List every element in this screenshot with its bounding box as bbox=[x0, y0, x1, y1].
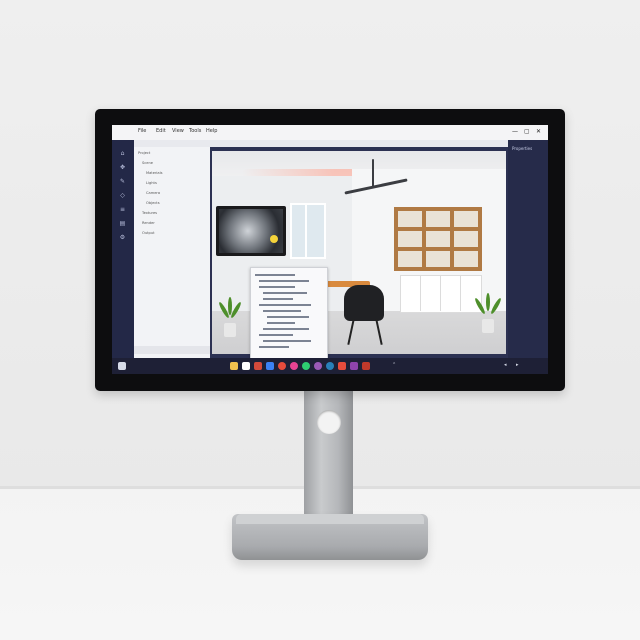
properties-label: Properties bbox=[512, 146, 533, 151]
taskbar-app-icon[interactable] bbox=[290, 362, 298, 370]
project-tree-panel: Project Scene Materials Lights Camera Ob… bbox=[134, 147, 210, 358]
window-mullion bbox=[305, 203, 307, 257]
move-icon[interactable]: ✥ bbox=[118, 164, 127, 171]
code-line bbox=[259, 346, 289, 348]
layers-icon[interactable]: ▤ bbox=[118, 220, 127, 227]
cable-hole bbox=[317, 410, 341, 434]
menu-edit[interactable]: Edit bbox=[156, 128, 166, 134]
shelf-cell bbox=[454, 231, 478, 247]
cabinet-door-line bbox=[440, 275, 441, 311]
shelf-cell bbox=[398, 251, 422, 267]
code-line bbox=[263, 310, 301, 312]
tree-row[interactable]: Lights bbox=[146, 181, 157, 185]
plant-leaf bbox=[486, 293, 490, 311]
monitor-stand-base-top bbox=[236, 514, 424, 524]
monitor-screen: File Edit View Tools Help — ▢ ✕ ⌂ ✥ ✎ ◇ … bbox=[112, 125, 548, 374]
toolbar-strip bbox=[112, 140, 548, 147]
menu-help[interactable]: Help bbox=[206, 128, 217, 134]
tree-row[interactable]: Materials bbox=[146, 171, 162, 175]
taskbar-app-icon[interactable] bbox=[302, 362, 310, 370]
floating-code-panel[interactable] bbox=[250, 267, 328, 363]
taskbar-app-icon[interactable] bbox=[278, 362, 286, 370]
shelf-cell bbox=[398, 211, 422, 227]
tree-row[interactable]: Camera bbox=[146, 191, 160, 195]
properties-panel: Properties bbox=[508, 140, 548, 358]
code-line bbox=[263, 328, 309, 330]
start-button[interactable] bbox=[118, 362, 126, 370]
wall-tv-screen bbox=[219, 209, 283, 253]
tree-row[interactable]: Project bbox=[138, 151, 150, 155]
code-line bbox=[267, 316, 309, 318]
plant-pot-left bbox=[224, 323, 236, 337]
shelf-cell bbox=[398, 231, 422, 247]
taskbar-app-icon[interactable] bbox=[326, 362, 334, 370]
taskbar-app-icon[interactable] bbox=[362, 362, 370, 370]
code-line bbox=[255, 274, 295, 276]
maximize-button[interactable]: ▢ bbox=[524, 128, 530, 135]
taskbar-app-icon[interactable] bbox=[338, 362, 346, 370]
tree-row[interactable]: Textures bbox=[142, 211, 157, 215]
ceiling-fan-rod bbox=[372, 159, 374, 187]
taskbar-app-icon[interactable] bbox=[266, 362, 274, 370]
menu-tools[interactable]: Tools bbox=[189, 128, 201, 134]
room-window bbox=[290, 203, 326, 259]
shelf-cell bbox=[426, 211, 450, 227]
menu-view[interactable]: View bbox=[172, 128, 184, 134]
text-icon[interactable]: ≡ bbox=[118, 206, 127, 213]
tv-yellow-ball bbox=[270, 235, 278, 243]
shelf-cell bbox=[454, 211, 478, 227]
code-line bbox=[259, 304, 311, 306]
tray-back-icon[interactable]: ◂ bbox=[504, 362, 507, 368]
brush-icon[interactable]: ✎ bbox=[118, 178, 127, 185]
code-line bbox=[263, 292, 307, 294]
shelf-cell bbox=[454, 251, 478, 267]
code-line bbox=[263, 298, 293, 300]
black-chair bbox=[344, 285, 384, 321]
code-line bbox=[259, 280, 309, 282]
tree-row[interactable]: Scene bbox=[142, 161, 153, 165]
taskbar-app-icon[interactable] bbox=[314, 362, 322, 370]
taskbar-app-icon[interactable] bbox=[350, 362, 358, 370]
minimize-button[interactable]: — bbox=[512, 128, 518, 135]
shelf-cell bbox=[426, 251, 450, 267]
cabinet-door-line bbox=[420, 275, 421, 311]
tree-row[interactable]: Render bbox=[142, 221, 155, 225]
taskbar: ⌃ ◂ ▸ bbox=[112, 358, 548, 374]
panel-status-bar bbox=[134, 346, 210, 354]
taskbar-app-icon[interactable] bbox=[242, 362, 250, 370]
code-line bbox=[267, 322, 295, 324]
settings-icon[interactable]: ⚙ bbox=[118, 234, 127, 241]
tray-forward-icon[interactable]: ▸ bbox=[516, 362, 519, 368]
white-cabinet bbox=[400, 275, 482, 313]
code-line bbox=[259, 334, 293, 336]
menu-file[interactable]: File bbox=[138, 128, 146, 134]
tree-row[interactable]: Objects bbox=[146, 201, 160, 205]
tool-rail: ⌂ ✥ ✎ ◇ ≡ ▤ ⚙ bbox=[112, 140, 134, 358]
taskbar-app-icon[interactable] bbox=[254, 362, 262, 370]
shelf-cell bbox=[426, 231, 450, 247]
app-title-bar: File Edit View Tools Help — ▢ ✕ bbox=[112, 125, 548, 141]
monitor-stand-neck bbox=[304, 388, 353, 522]
plant-pot-right bbox=[482, 319, 494, 333]
cabinet-door-line bbox=[460, 275, 461, 311]
shape-icon[interactable]: ◇ bbox=[118, 192, 127, 199]
code-line bbox=[263, 340, 311, 342]
code-line bbox=[259, 286, 295, 288]
close-button[interactable]: ✕ bbox=[536, 128, 541, 135]
tray-chevron-icon[interactable]: ⌃ bbox=[392, 362, 396, 368]
tree-row[interactable]: Output bbox=[142, 231, 154, 235]
select-icon[interactable]: ⌂ bbox=[118, 150, 127, 157]
taskbar-app-icon[interactable] bbox=[230, 362, 238, 370]
